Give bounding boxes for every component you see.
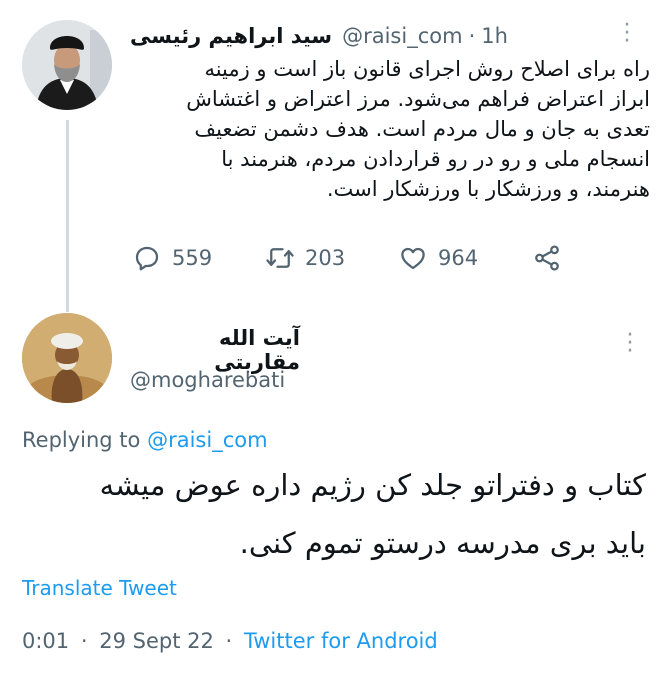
parent-more-icon[interactable]: · · · xyxy=(621,15,633,53)
share-button[interactable] xyxy=(532,242,562,274)
share-icon xyxy=(535,245,559,271)
reply-tweet-text: کتاب و دفتراتو جلد کن رژیم داره عوض میشه… xyxy=(99,468,646,560)
avatar-raisi[interactable] xyxy=(22,20,112,110)
parent-tweet-header: سید ابراهیم رئیسی @raisi_com · 1h xyxy=(130,20,618,52)
reply-display-name[interactable]: آیت الله مقاربتی xyxy=(130,326,300,374)
parent-tweet-text: راه برای اصلاح روش اجرای قانون باز است و… xyxy=(186,57,650,201)
reply-icon xyxy=(135,246,159,271)
parent-header-separator: · xyxy=(468,24,476,48)
replying-to: Replying to @raisi_com xyxy=(22,428,268,452)
avatar-raisi-image xyxy=(22,20,112,110)
retweet-count: 203 xyxy=(305,246,346,270)
like-count: 964 xyxy=(438,246,479,270)
reply-source-link[interactable]: Twitter for Android xyxy=(244,629,438,653)
meta-separator-1: · xyxy=(80,629,88,653)
retweet-button[interactable]: 203 xyxy=(265,242,345,274)
replying-to-prefix: Replying to xyxy=(22,428,141,452)
like-icon xyxy=(401,247,425,270)
reply-time[interactable]: 0:01 xyxy=(22,629,69,653)
avatar-mogharebati[interactable] xyxy=(22,313,112,403)
replying-to-link[interactable]: @raisi_com xyxy=(147,428,267,452)
meta-separator-2: · xyxy=(225,629,233,653)
thread-line xyxy=(66,120,69,312)
parent-display-name[interactable]: سید ابراهیم رئیسی xyxy=(130,24,332,48)
parent-timestamp[interactable]: 1h xyxy=(481,24,508,48)
like-button[interactable]: 964 xyxy=(398,242,478,274)
parent-handle[interactable]: @raisi_com xyxy=(342,24,462,48)
reply-date[interactable]: 29 Sept 22 xyxy=(99,629,214,653)
reply-count: 559 xyxy=(172,246,213,270)
reply-handle[interactable]: @mogharebati xyxy=(130,368,285,392)
translate-tweet-link[interactable]: Translate Tweet xyxy=(22,576,177,600)
reply-button[interactable]: 559 xyxy=(132,242,212,274)
reply-more-icon[interactable]: · · · xyxy=(624,325,636,363)
retweet-icon xyxy=(266,248,294,268)
avatar-mogharebati-image xyxy=(22,313,112,403)
reply-meta: 0:01 · 29 Sept 22 · Twitter for Android xyxy=(22,629,438,653)
